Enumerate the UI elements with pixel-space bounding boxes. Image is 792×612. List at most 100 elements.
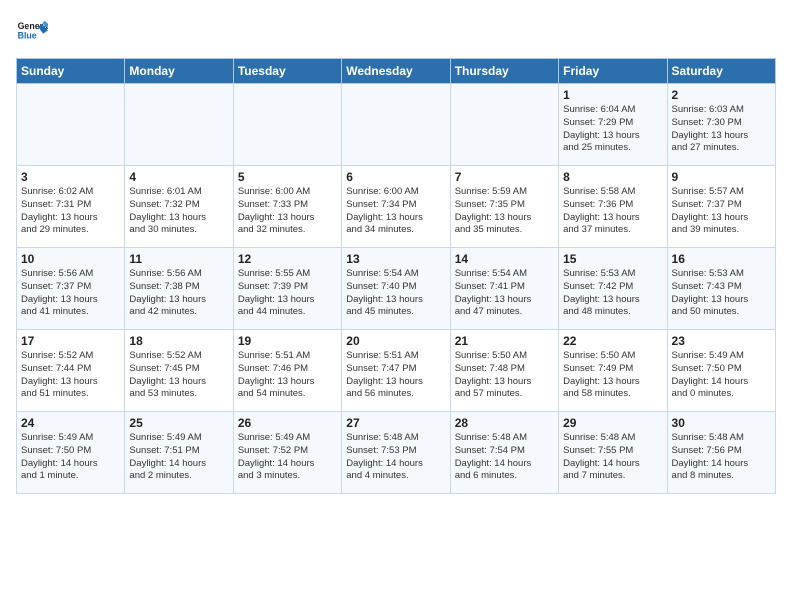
day-info: Sunrise: 5:48 AM Sunset: 7:54 PM Dayligh… bbox=[455, 432, 554, 483]
calendar-cell: 5 Sunrise: 6:00 AM Sunset: 7:33 PM Daylig… bbox=[233, 166, 341, 248]
day-info: Sunrise: 5:53 AM Sunset: 7:43 PM Dayligh… bbox=[672, 268, 771, 319]
calendar-cell: 18 Sunrise: 5:52 AM Sunset: 7:45 PM Dayli… bbox=[125, 330, 233, 412]
calendar-cell: 16 Sunrise: 5:53 AM Sunset: 7:43 PM Dayli… bbox=[667, 248, 775, 330]
calendar-cell: 27 Sunrise: 5:48 AM Sunset: 7:53 PM Dayli… bbox=[342, 412, 450, 494]
day-number: 15 bbox=[563, 252, 662, 266]
day-info: Sunrise: 5:48 AM Sunset: 7:56 PM Dayligh… bbox=[672, 432, 771, 483]
day-number: 2 bbox=[672, 88, 771, 102]
calendar-cell: 8 Sunrise: 5:58 AM Sunset: 7:36 PM Daylig… bbox=[559, 166, 667, 248]
calendar-cell: 26 Sunrise: 5:49 AM Sunset: 7:52 PM Dayli… bbox=[233, 412, 341, 494]
day-number: 13 bbox=[346, 252, 445, 266]
day-info: Sunrise: 5:49 AM Sunset: 7:50 PM Dayligh… bbox=[672, 350, 771, 401]
day-number: 18 bbox=[129, 334, 228, 348]
header-day-thursday: Thursday bbox=[450, 59, 558, 84]
header-day-tuesday: Tuesday bbox=[233, 59, 341, 84]
calendar-cell: 9Sunrise: 5:57 AM Sunset: 7:37 PM Daylig… bbox=[667, 166, 775, 248]
day-number: 20 bbox=[346, 334, 445, 348]
calendar-header-row: SundayMondayTuesdayWednesdayThursdayFrid… bbox=[17, 59, 776, 84]
day-number: 27 bbox=[346, 416, 445, 430]
day-info: Sunrise: 5:54 AM Sunset: 7:41 PM Dayligh… bbox=[455, 268, 554, 319]
day-number: 22 bbox=[563, 334, 662, 348]
calendar-cell: 25 Sunrise: 5:49 AM Sunset: 7:51 PM Dayli… bbox=[125, 412, 233, 494]
calendar-cell: 1 Sunrise: 6:04 AM Sunset: 7:29 PM Daylig… bbox=[559, 84, 667, 166]
day-info: Sunrise: 5:59 AM Sunset: 7:35 PM Dayligh… bbox=[455, 186, 554, 237]
day-number: 7 bbox=[455, 170, 554, 184]
day-info: Sunrise: 5:58 AM Sunset: 7:36 PM Dayligh… bbox=[563, 186, 662, 237]
day-number: 29 bbox=[563, 416, 662, 430]
day-info: Sunrise: 5:55 AM Sunset: 7:39 PM Dayligh… bbox=[238, 268, 337, 319]
day-number: 28 bbox=[455, 416, 554, 430]
day-info: Sunrise: 5:48 AM Sunset: 7:55 PM Dayligh… bbox=[563, 432, 662, 483]
day-number: 5 bbox=[238, 170, 337, 184]
page: General Blue SundayMondayTuesdayWednesda… bbox=[0, 0, 792, 502]
day-info: Sunrise: 5:53 AM Sunset: 7:42 PM Dayligh… bbox=[563, 268, 662, 319]
day-info: Sunrise: 5:54 AM Sunset: 7:40 PM Dayligh… bbox=[346, 268, 445, 319]
calendar-cell: 10 Sunrise: 5:56 AM Sunset: 7:37 PM Dayli… bbox=[17, 248, 125, 330]
day-number: 11 bbox=[129, 252, 228, 266]
day-info: Sunrise: 5:49 AM Sunset: 7:50 PM Dayligh… bbox=[21, 432, 120, 483]
day-info: Sunrise: 5:50 AM Sunset: 7:48 PM Dayligh… bbox=[455, 350, 554, 401]
calendar-cell bbox=[450, 84, 558, 166]
calendar-week-4: 17 Sunrise: 5:52 AM Sunset: 7:44 PM Dayli… bbox=[17, 330, 776, 412]
header-day-wednesday: Wednesday bbox=[342, 59, 450, 84]
calendar-cell bbox=[233, 84, 341, 166]
day-number: 19 bbox=[238, 334, 337, 348]
day-number: 25 bbox=[129, 416, 228, 430]
calendar-cell bbox=[342, 84, 450, 166]
calendar-cell: 29 Sunrise: 5:48 AM Sunset: 7:55 PM Dayli… bbox=[559, 412, 667, 494]
svg-text:Blue: Blue bbox=[18, 30, 37, 40]
calendar-cell: 12 Sunrise: 5:55 AM Sunset: 7:39 PM Dayli… bbox=[233, 248, 341, 330]
calendar-cell: 3 Sunrise: 6:02 AM Sunset: 7:31 PM Daylig… bbox=[17, 166, 125, 248]
calendar-cell: 11Sunrise: 5:56 AM Sunset: 7:38 PM Dayli… bbox=[125, 248, 233, 330]
day-info: Sunrise: 5:50 AM Sunset: 7:49 PM Dayligh… bbox=[563, 350, 662, 401]
header: General Blue bbox=[16, 16, 776, 48]
day-number: 26 bbox=[238, 416, 337, 430]
calendar-cell: 17 Sunrise: 5:52 AM Sunset: 7:44 PM Dayli… bbox=[17, 330, 125, 412]
header-day-friday: Friday bbox=[559, 59, 667, 84]
calendar-week-1: 1 Sunrise: 6:04 AM Sunset: 7:29 PM Daylig… bbox=[17, 84, 776, 166]
day-info: Sunrise: 6:02 AM Sunset: 7:31 PM Dayligh… bbox=[21, 186, 120, 237]
day-number: 1 bbox=[563, 88, 662, 102]
calendar-week-3: 10 Sunrise: 5:56 AM Sunset: 7:37 PM Dayli… bbox=[17, 248, 776, 330]
day-info: Sunrise: 5:57 AM Sunset: 7:37 PM Dayligh… bbox=[672, 186, 771, 237]
calendar-cell: 15 Sunrise: 5:53 AM Sunset: 7:42 PM Dayli… bbox=[559, 248, 667, 330]
calendar-cell bbox=[125, 84, 233, 166]
day-number: 14 bbox=[455, 252, 554, 266]
day-number: 16 bbox=[672, 252, 771, 266]
calendar-cell: 28 Sunrise: 5:48 AM Sunset: 7:54 PM Dayli… bbox=[450, 412, 558, 494]
calendar-cell: 2Sunrise: 6:03 AM Sunset: 7:30 PM Daylig… bbox=[667, 84, 775, 166]
day-number: 6 bbox=[346, 170, 445, 184]
day-number: 10 bbox=[21, 252, 120, 266]
calendar-cell: 6 Sunrise: 6:00 AM Sunset: 7:34 PM Daylig… bbox=[342, 166, 450, 248]
calendar-week-2: 3 Sunrise: 6:02 AM Sunset: 7:31 PM Daylig… bbox=[17, 166, 776, 248]
header-day-saturday: Saturday bbox=[667, 59, 775, 84]
day-info: Sunrise: 5:49 AM Sunset: 7:52 PM Dayligh… bbox=[238, 432, 337, 483]
day-info: Sunrise: 5:51 AM Sunset: 7:46 PM Dayligh… bbox=[238, 350, 337, 401]
day-number: 24 bbox=[21, 416, 120, 430]
logo: General Blue bbox=[16, 16, 52, 48]
day-info: Sunrise: 6:00 AM Sunset: 7:33 PM Dayligh… bbox=[238, 186, 337, 237]
calendar-cell: 13 Sunrise: 5:54 AM Sunset: 7:40 PM Dayli… bbox=[342, 248, 450, 330]
logo-icon: General Blue bbox=[16, 16, 48, 48]
day-info: Sunrise: 5:52 AM Sunset: 7:44 PM Dayligh… bbox=[21, 350, 120, 401]
day-info: Sunrise: 5:49 AM Sunset: 7:51 PM Dayligh… bbox=[129, 432, 228, 483]
day-number: 23 bbox=[672, 334, 771, 348]
day-info: Sunrise: 6:04 AM Sunset: 7:29 PM Dayligh… bbox=[563, 104, 662, 155]
calendar-cell: 14 Sunrise: 5:54 AM Sunset: 7:41 PM Dayli… bbox=[450, 248, 558, 330]
header-day-monday: Monday bbox=[125, 59, 233, 84]
day-info: Sunrise: 5:52 AM Sunset: 7:45 PM Dayligh… bbox=[129, 350, 228, 401]
day-info: Sunrise: 5:48 AM Sunset: 7:53 PM Dayligh… bbox=[346, 432, 445, 483]
day-number: 30 bbox=[672, 416, 771, 430]
day-number: 17 bbox=[21, 334, 120, 348]
day-info: Sunrise: 5:56 AM Sunset: 7:37 PM Dayligh… bbox=[21, 268, 120, 319]
calendar-cell bbox=[17, 84, 125, 166]
calendar-table: SundayMondayTuesdayWednesdayThursdayFrid… bbox=[16, 58, 776, 494]
calendar-cell: 4Sunrise: 6:01 AM Sunset: 7:32 PM Daylig… bbox=[125, 166, 233, 248]
day-info: Sunrise: 6:00 AM Sunset: 7:34 PM Dayligh… bbox=[346, 186, 445, 237]
day-number: 4 bbox=[129, 170, 228, 184]
day-number: 8 bbox=[563, 170, 662, 184]
calendar-cell: 7 Sunrise: 5:59 AM Sunset: 7:35 PM Daylig… bbox=[450, 166, 558, 248]
calendar-cell: 23 Sunrise: 5:49 AM Sunset: 7:50 PM Dayli… bbox=[667, 330, 775, 412]
day-number: 3 bbox=[21, 170, 120, 184]
day-number: 12 bbox=[238, 252, 337, 266]
